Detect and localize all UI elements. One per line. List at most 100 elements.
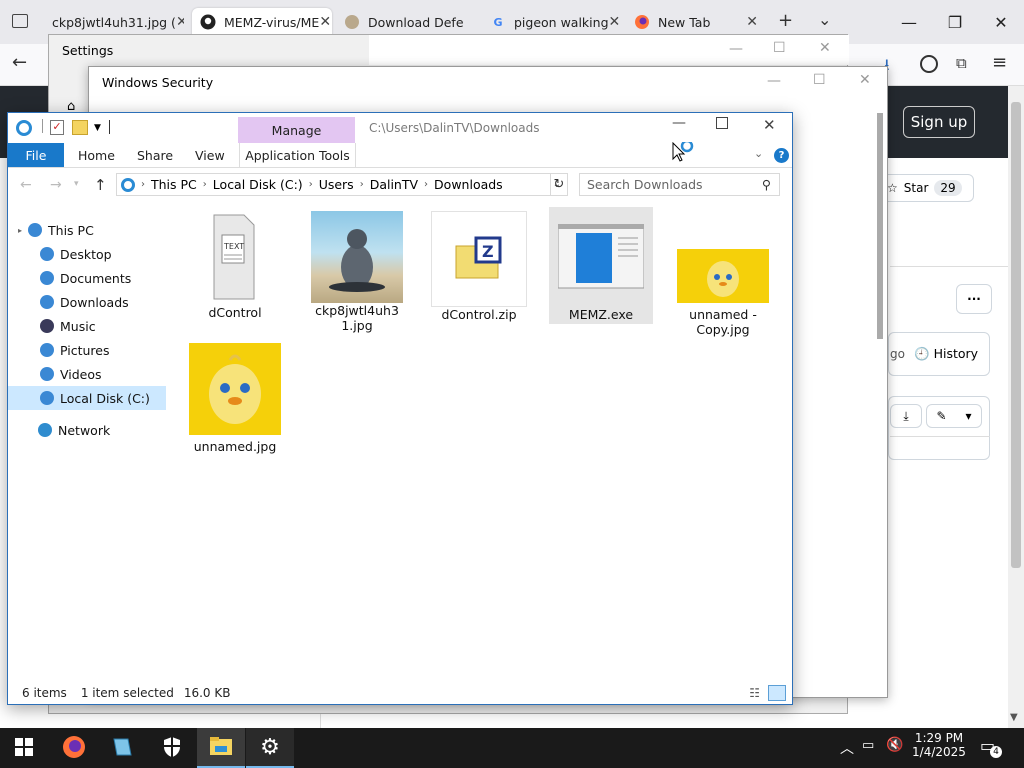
maximize-button[interactable]: ❐	[932, 0, 978, 44]
taskbar-file-explorer[interactable]	[197, 728, 245, 768]
nav-videos[interactable]: Videos	[8, 362, 166, 386]
back-button[interactable]: ←	[12, 52, 27, 73]
maximize-button[interactable]: ☐	[773, 40, 786, 56]
close-button[interactable]: ✕	[763, 116, 776, 134]
scrollbar-thumb[interactable]	[877, 113, 883, 339]
file-unnamed-copy[interactable]: unnamed - Copy.jpg	[671, 249, 775, 337]
nav-local-disk[interactable]: Local Disk (C:)	[8, 386, 166, 410]
tab-download-defender[interactable]: Download Defe	[336, 8, 476, 36]
start-button[interactable]	[0, 728, 48, 768]
close-icon[interactable]: ✕	[746, 14, 758, 30]
recent-locations-icon[interactable]: ▾	[74, 179, 79, 189]
scrollbar-thumb[interactable]	[1011, 102, 1021, 568]
file-ckp8jwtl4uh31[interactable]: ckp8jwtl4uh31.jpg	[305, 211, 409, 333]
minimize-button[interactable]: —	[729, 41, 743, 57]
nav-label: Downloads	[60, 294, 129, 310]
minimize-button[interactable]: —	[886, 0, 932, 44]
tab-label: ckp8jwtl4uh31.jpg (	[52, 14, 176, 30]
close-button[interactable]: ✕	[978, 0, 1024, 44]
close-button[interactable]: ✕	[819, 40, 831, 56]
nav-network[interactable]: Network	[8, 418, 166, 442]
breadcrumb-downloads[interactable]: Downloads	[434, 177, 503, 192]
taskbar-app[interactable]	[98, 728, 146, 768]
busy-cursor-icon	[672, 139, 696, 169]
account-icon[interactable]	[920, 55, 938, 73]
breadcrumb-users[interactable]: Users	[319, 177, 354, 192]
quick-access-icon[interactable]	[16, 120, 32, 136]
expand-ribbon-icon[interactable]: ⌄	[754, 147, 763, 160]
taskbar-firefox[interactable]	[50, 728, 98, 768]
tab-view[interactable]: View	[195, 143, 225, 167]
maximize-button[interactable]	[716, 117, 728, 129]
new-folder-icon[interactable]	[72, 120, 88, 135]
close-icon[interactable]: ✕	[319, 14, 331, 30]
file-explorer-window: ✓ ▼ Manage C:\Users\DalinTV\Downloads — …	[7, 112, 793, 705]
tab-image[interactable]: ckp8jwtl4uh31.jpg ( ✕	[44, 8, 184, 36]
network-icon	[38, 423, 52, 437]
tab-new-tab[interactable]: New Tab ✕	[626, 8, 766, 36]
tab-application-tools[interactable]: Application Tools	[239, 143, 356, 167]
tab-list-button[interactable]: ⌄	[818, 10, 831, 29]
extensions-icon[interactable]: ⧉	[956, 54, 967, 72]
details-view-icon[interactable]: ☷	[749, 686, 760, 700]
close-button[interactable]: ✕	[859, 72, 871, 88]
up-arrow-icon[interactable]: ↑	[94, 176, 107, 194]
scroll-down-icon[interactable]: ▼	[1010, 712, 1018, 723]
volume-muted-icon[interactable]: 🔇	[886, 737, 903, 753]
nav-downloads[interactable]: Downloads	[8, 290, 166, 314]
file-dcontrol[interactable]: TEXT dControl	[183, 209, 287, 320]
taskbar-settings[interactable]: ⚙	[246, 728, 294, 768]
download-file-button[interactable]: ⤓	[890, 404, 922, 428]
back-arrow-icon[interactable]: ←	[20, 177, 32, 193]
nav-this-pc[interactable]: ▸ This PC	[8, 218, 166, 242]
tab-file[interactable]: File	[8, 143, 64, 167]
file-unnamed[interactable]: unnamed.jpg	[183, 343, 287, 454]
chevron-down-icon[interactable]: ▼	[94, 123, 101, 133]
more-button[interactable]: ···	[956, 284, 992, 314]
forward-arrow-icon[interactable]: →	[50, 177, 62, 193]
maximize-button[interactable]: ☐	[813, 72, 826, 88]
properties-icon[interactable]: ✓	[50, 120, 64, 135]
nav-pictures[interactable]: Pictures	[8, 338, 166, 362]
history-button[interactable]: 🕘 History	[914, 346, 978, 362]
close-icon[interactable]: ✕	[609, 14, 621, 30]
clock[interactable]: 1:29 PM 1/4/2025	[912, 731, 966, 759]
search-input[interactable]: Search Downloads ⚲	[579, 173, 780, 196]
tab-groups-icon[interactable]	[12, 14, 28, 28]
sign-up-button[interactable]: Sign up	[903, 106, 975, 138]
file-dcontrol-zip[interactable]: Z dControl.zip	[427, 211, 531, 322]
tab-label: New Tab	[658, 14, 711, 30]
breadcrumb-local-disk[interactable]: Local Disk (C:)	[213, 177, 303, 192]
close-icon[interactable]: ✕	[176, 14, 184, 30]
help-icon[interactable]: ?	[774, 148, 789, 163]
tab-home[interactable]: Home	[78, 143, 115, 167]
tab-pigeon-walking[interactable]: G pigeon walking ✕	[482, 8, 622, 36]
selection-info: 1 item selected	[80, 686, 174, 700]
breadcrumb-dalintv[interactable]: DalinTV	[370, 177, 418, 192]
tab-memz-github[interactable]: MEMZ-virus/ME ✕	[192, 8, 332, 36]
nav-documents[interactable]: Documents	[8, 266, 166, 290]
show-hidden-icons[interactable]: ︿	[840, 738, 854, 758]
file-memz-exe[interactable]: MEMZ.exe	[549, 207, 653, 324]
divider	[42, 119, 43, 133]
edit-file-button[interactable]: ✎ ▾	[926, 404, 982, 428]
star-button[interactable]: ☆ Star 29	[880, 174, 974, 202]
duck-image-thumbnail	[677, 249, 769, 303]
notification-center[interactable]: ▭ 4	[980, 736, 1002, 758]
window-title: Windows Security	[102, 75, 214, 90]
manage-tab[interactable]: Manage	[238, 117, 355, 143]
new-tab-button[interactable]: +	[778, 10, 793, 31]
minimize-button[interactable]: —	[767, 73, 781, 89]
refresh-icon[interactable]: ↻	[550, 173, 568, 196]
large-icons-view-icon[interactable]	[768, 685, 786, 701]
address-bar[interactable]: › This PC › Local Disk (C:) › Users › Da…	[116, 173, 568, 196]
breadcrumb-this-pc[interactable]: This PC	[151, 177, 197, 192]
taskbar-windows-security[interactable]	[148, 728, 196, 768]
network-icon[interactable]: ▭	[862, 738, 874, 753]
star-icon: ☆	[887, 181, 898, 195]
menu-icon[interactable]: ≡	[992, 52, 1007, 73]
minimize-button[interactable]: —	[672, 115, 686, 131]
nav-desktop[interactable]: Desktop	[8, 242, 166, 266]
tab-share[interactable]: Share	[137, 143, 173, 167]
nav-music[interactable]: Music	[8, 314, 166, 338]
